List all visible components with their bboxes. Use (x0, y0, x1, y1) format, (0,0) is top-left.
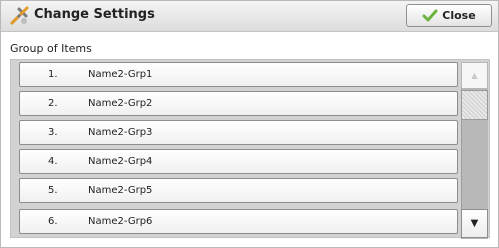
checkmark-icon (422, 9, 438, 23)
item-number: 3. (48, 127, 58, 138)
settings-window: Change Settings Close Group of Items 1. … (0, 0, 499, 248)
item-number: 2. (48, 98, 58, 109)
chevron-up-icon: ▲ (471, 71, 478, 80)
item-number: 4. (48, 156, 58, 167)
list-item[interactable]: 5. Name2-Grp5 (19, 178, 458, 203)
item-number: 5. (48, 185, 58, 196)
item-number: 6. (48, 216, 58, 227)
item-name: Name2-Grp3 (88, 127, 153, 138)
item-name: Name2-Grp4 (88, 156, 153, 167)
close-button[interactable]: Close (406, 4, 492, 27)
list-item[interactable]: 2. Name2-Grp2 (19, 91, 458, 116)
item-name: Name2-Grp6 (88, 216, 153, 227)
page-title: Change Settings (34, 7, 155, 22)
close-button-label: Close (442, 9, 476, 22)
list-item[interactable]: 4. Name2-Grp4 (19, 149, 458, 174)
item-name: Name2-Grp2 (88, 98, 153, 109)
scroll-down-button[interactable]: ▼ (461, 209, 488, 238)
list-item[interactable]: 1. Name2-Grp1 (19, 62, 458, 87)
scroll-up-button[interactable]: ▲ (461, 62, 488, 89)
list-item[interactable]: 3. Name2-Grp3 (19, 120, 458, 145)
item-name: Name2-Grp5 (88, 185, 153, 196)
tools-icon (8, 5, 30, 27)
title-bar: Change Settings Close (1, 1, 498, 32)
scroll-thumb[interactable] (461, 90, 488, 120)
item-number: 1. (48, 69, 58, 80)
group-label: Group of Items (10, 42, 92, 55)
chevron-down-icon: ▼ (470, 218, 479, 229)
item-name: Name2-Grp1 (88, 69, 153, 80)
list-item[interactable]: 6. Name2-Grp6 (19, 209, 458, 234)
